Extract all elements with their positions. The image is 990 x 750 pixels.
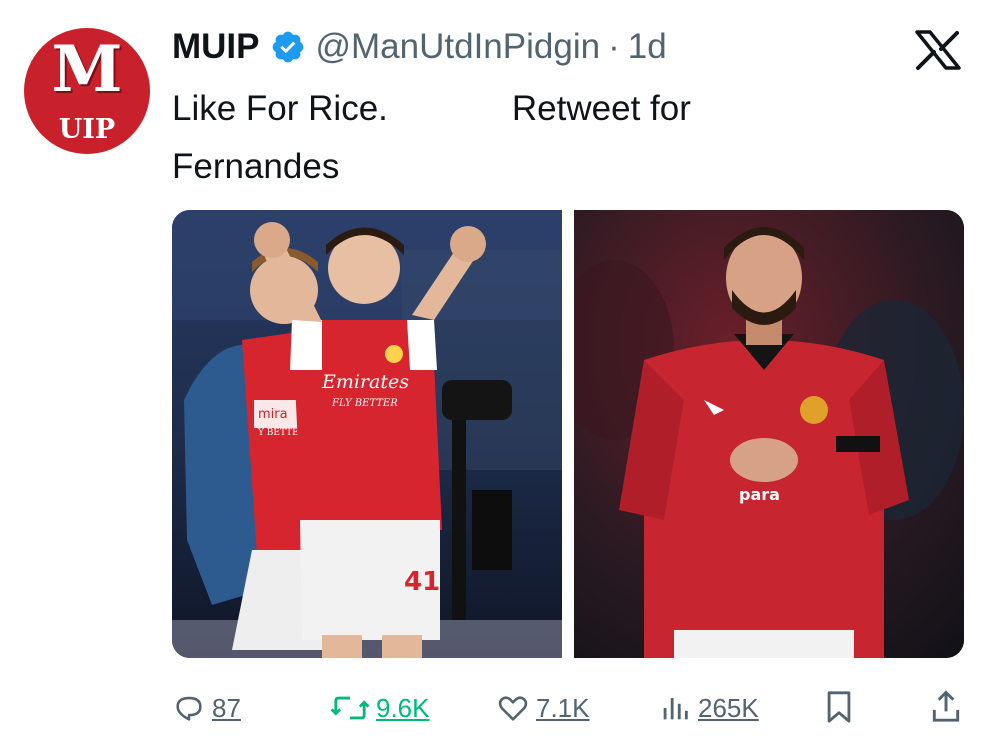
left-jersey-sub: FLY BETTER: [331, 398, 398, 409]
left-shorts-number: 41: [404, 567, 440, 597]
like-count: 7.1K: [536, 692, 590, 723]
avatar-letter: M: [51, 32, 123, 107]
right-jersey-sponsor: para: [739, 485, 780, 504]
retweet-button[interactable]: 9.6K: [330, 680, 430, 736]
bar-chart-icon: [663, 698, 688, 720]
bookmark-icon: [827, 691, 851, 723]
x-logo-icon[interactable]: [914, 30, 962, 70]
timestamp[interactable]: 1d: [628, 27, 667, 67]
media-divider: [562, 210, 574, 658]
photo-arsenal-players[interactable]: mira Y BETTE Emirates FLY BETTER 41: [172, 210, 562, 658]
tweet-actions: 87 9.6K 7.1K 265K: [0, 680, 990, 736]
retweet-count: 9.6K: [376, 692, 430, 723]
share-button[interactable]: [928, 688, 964, 731]
left-jersey-sponsor: Emirates: [321, 371, 409, 393]
display-name[interactable]: MUIP: [172, 27, 260, 67]
left-partial-sponsor: mira: [258, 407, 288, 422]
share-icon: [932, 690, 960, 722]
avatar-text: UIP: [58, 114, 116, 145]
photo-fernandes[interactable]: para: [574, 210, 964, 658]
like-button[interactable]: 7.1K: [496, 680, 590, 736]
tweet-text-line2: Fernandes: [172, 147, 340, 186]
separator-dot: ·: [608, 27, 620, 66]
views-button[interactable]: 265K: [658, 680, 759, 736]
left-partial-sponsor-sub: Y BETTE: [257, 428, 299, 438]
tweet-text-part2: Retweet for: [511, 89, 691, 128]
reply-icon: [176, 696, 202, 721]
bookmark-button[interactable]: [822, 688, 856, 731]
tweet-text: Like For Rice. Retweet for Fernandes: [172, 80, 691, 196]
view-count: 265K: [698, 692, 759, 723]
reply-button[interactable]: 87: [172, 680, 241, 736]
reply-count: 87: [212, 692, 241, 723]
heart-icon: [498, 696, 528, 721]
tweet-text-part1: Like For Rice.: [172, 89, 388, 128]
avatar[interactable]: M UIP: [24, 28, 150, 154]
tweet-media[interactable]: mira Y BETTE Emirates FLY BETTER 41 para: [172, 210, 964, 658]
retweet-icon: [330, 696, 370, 720]
user-handle[interactable]: @ManUtdInPidgin: [316, 27, 601, 67]
verified-badge-icon: [270, 29, 306, 65]
tweet-header: MUIP @ManUtdInPidgin · 1d: [172, 22, 667, 72]
